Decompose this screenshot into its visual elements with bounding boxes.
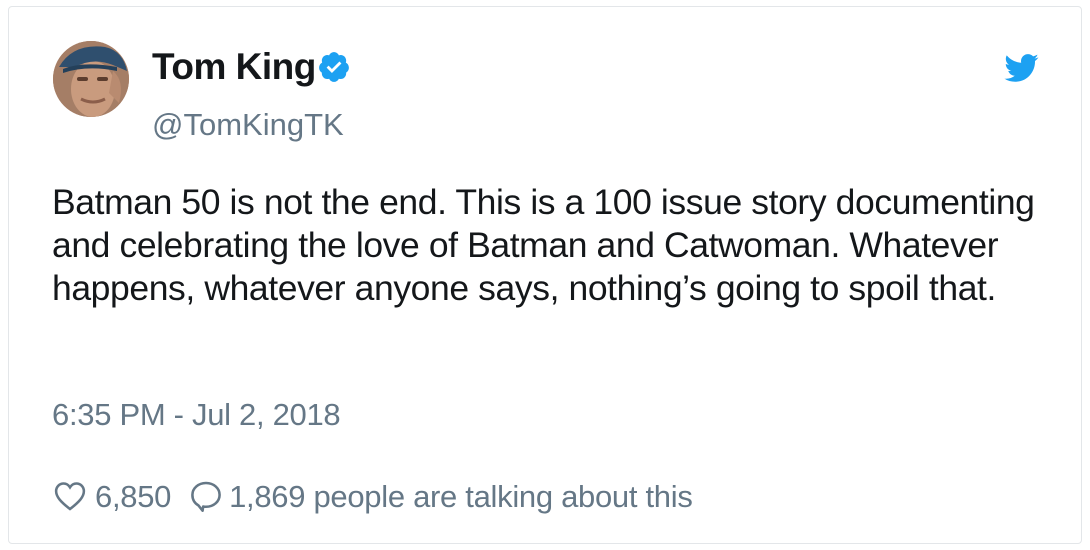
tweet-text-line: happens, whatever anyone says, nothing’s… — [52, 268, 996, 308]
author-handle[interactable]: @TomKingTK — [152, 109, 344, 140]
tweet-text: Batman 50 is not the end. This is a 100 … — [52, 182, 1062, 320]
tweet-actions: 6,850 1,869 people are talking about thi… — [53, 477, 693, 515]
tweet-timestamp[interactable]: 6:35 PM - Jul 2, 2018 — [52, 399, 341, 430]
heart-icon[interactable] — [53, 479, 87, 513]
profile-photo — [53, 41, 129, 117]
like-count: 6,850 — [95, 478, 172, 514]
avatar[interactable] — [53, 41, 129, 117]
author-name[interactable]: Tom King — [152, 48, 316, 85]
replies-summary[interactable]: 1,869 people are talking about this — [229, 481, 693, 512]
reply-bubble-icon[interactable] — [189, 479, 223, 513]
twitter-bird-icon[interactable] — [1001, 50, 1041, 86]
tweet-card[interactable]: Tom King @TomKingTK Batman 50 is not the… — [8, 6, 1082, 544]
verified-badge-icon — [319, 52, 349, 82]
